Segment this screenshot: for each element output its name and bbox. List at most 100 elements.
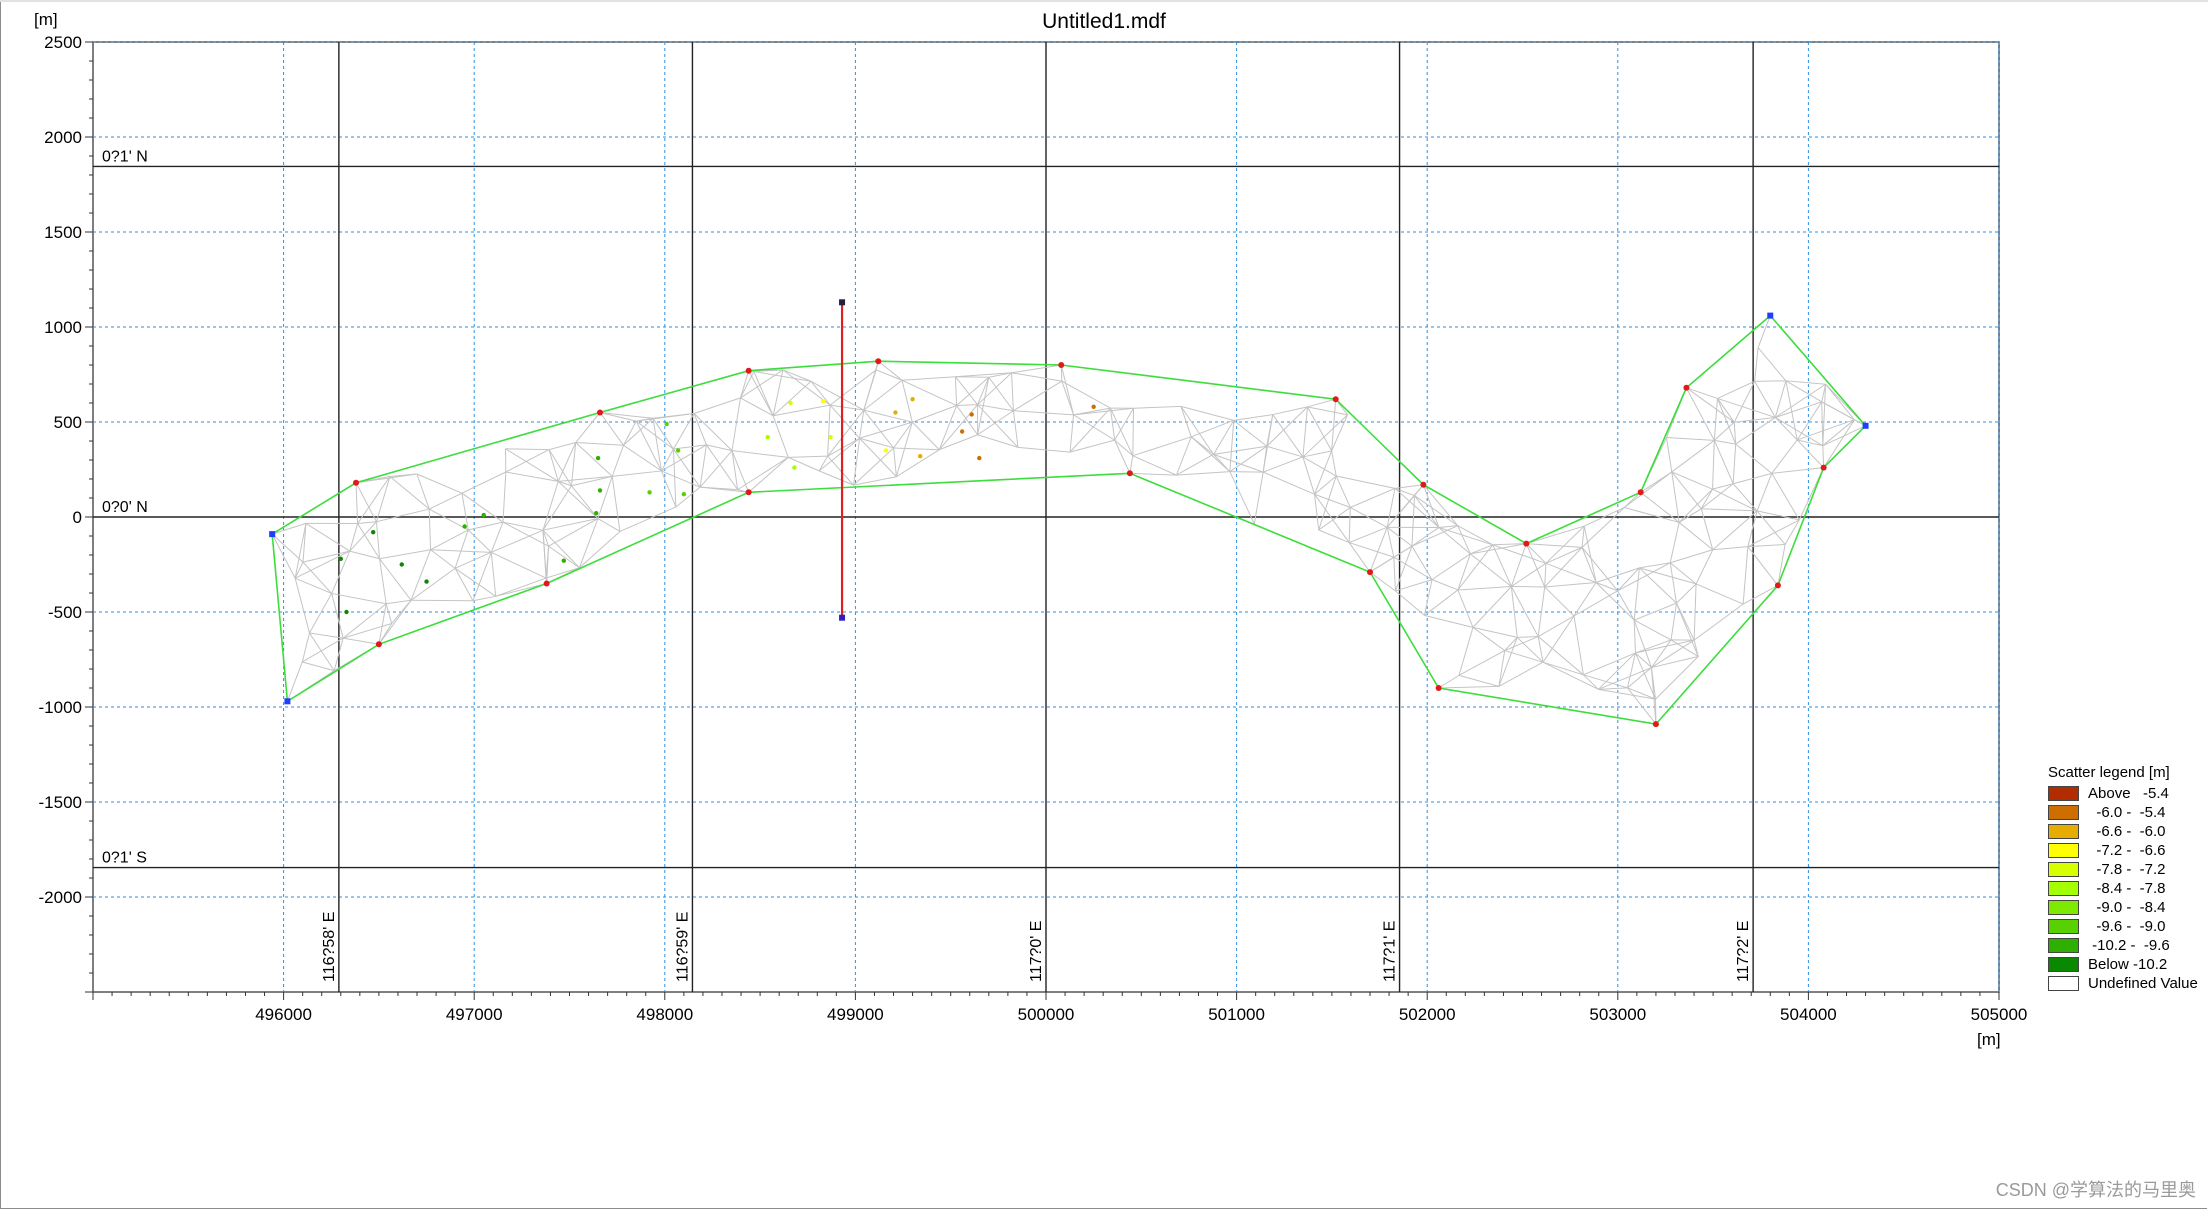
legend-swatch — [2048, 805, 2079, 820]
legend-items: Above -5.4 -6.0 - -5.4 -6.6 - -6.0 -7.2 … — [2048, 784, 2198, 993]
boundary-vertex — [1683, 384, 1690, 391]
legend-swatch — [2048, 938, 2079, 953]
scatter-point — [675, 448, 681, 453]
y-tick-label: -1000 — [39, 698, 82, 717]
legend-item: -6.6 - -6.0 — [2048, 822, 2198, 841]
boundary-vertex — [745, 489, 752, 496]
scatter-point — [664, 421, 669, 427]
scatter-legend: Scatter legend [m] Above -5.4 -6.0 - -5.… — [2048, 764, 2198, 993]
latitude-label: 0?1' S — [102, 850, 147, 867]
legend-swatch — [2048, 957, 2079, 972]
latitude-label: 0?1' N — [102, 148, 148, 165]
boundary-vertex — [1332, 396, 1339, 403]
boundary-vertex — [1774, 582, 1781, 589]
scatter-point — [370, 530, 376, 535]
scatter-point — [399, 562, 404, 567]
longitude-label: 117?2' E — [1735, 921, 1752, 982]
x-tick-label: 501000 — [1208, 1005, 1265, 1024]
longitude-label: 116?58' E — [321, 912, 338, 982]
scatter-point — [828, 435, 833, 440]
scatter-point — [681, 492, 687, 497]
y-tick-label: -500 — [48, 603, 82, 622]
section-line-start — [839, 299, 846, 306]
section-line-end — [839, 614, 846, 621]
boundary-vertex — [875, 358, 882, 365]
boundary-vertex — [596, 409, 603, 416]
scatter-point — [820, 398, 826, 404]
legend-label: -9.0 - -8.4 — [2088, 899, 2166, 916]
y-tick-label: 500 — [54, 413, 82, 432]
legend-item: -10.2 - -9.6 — [2048, 936, 2198, 955]
y-axis-unit: [m] — [34, 10, 58, 29]
legend-label: Above -5.4 — [2088, 785, 2169, 802]
legend-swatch — [2048, 786, 2079, 801]
longitude-label: 117?1' E — [1382, 921, 1399, 982]
x-tick-label: 502000 — [1399, 1005, 1456, 1024]
scatter-point — [597, 488, 603, 493]
legend-swatch — [2048, 881, 2079, 896]
boundary-vertex — [745, 367, 752, 374]
scatter-point — [883, 448, 889, 453]
scatter-point — [338, 556, 343, 561]
legend-item: -9.0 - -8.4 — [2048, 898, 2198, 917]
x-tick-label: 499000 — [827, 1005, 884, 1024]
boundary-vertex — [1126, 470, 1133, 477]
scatter-point — [595, 455, 601, 461]
y-tick-label: -1500 — [39, 793, 82, 812]
scatter-point — [959, 429, 965, 434]
boundary-vertex — [1767, 312, 1774, 319]
longitude-label: 117?0' E — [1028, 921, 1045, 982]
legend-item: Below -10.2 — [2048, 955, 2198, 974]
mesh-edge — [1754, 380, 1786, 382]
y-tick-label: 2000 — [44, 128, 82, 147]
map-plot[interactable]: 0?1' N 0?0' N 0?1' S 116?58' E 116?59' E 117?… — [0, 0, 2208, 1210]
mesh-edge — [1132, 408, 1135, 456]
boundary-vertex — [1367, 569, 1374, 576]
legend-label: -6.6 - -6.0 — [2088, 823, 2166, 840]
scatter-point — [593, 511, 599, 516]
x-axis-unit: [m] — [1977, 1030, 2001, 1049]
latitude-label: 0?0' N — [102, 499, 148, 516]
boundary-vertex — [1637, 489, 1644, 496]
longitude-label: 116?59' E — [674, 912, 691, 982]
scatter-point — [647, 490, 652, 495]
legend-swatch — [2048, 976, 2079, 991]
legend-item: -8.4 - -7.8 — [2048, 879, 2198, 898]
legend-label: -9.6 - -9.0 — [2088, 918, 2166, 935]
boundary-vertex — [1523, 540, 1530, 547]
y-tick-label: -2000 — [39, 888, 82, 907]
boundary-vertex — [1652, 721, 1659, 728]
x-tick-label: 504000 — [1780, 1005, 1837, 1024]
legend-swatch — [2048, 824, 2079, 839]
legend-swatch — [2048, 862, 2079, 877]
legend-label: -8.4 - -7.8 — [2088, 880, 2166, 897]
y-tick-label: 1000 — [44, 318, 82, 337]
scatter-point — [977, 455, 982, 461]
scatter-point — [481, 512, 486, 518]
legend-item: Undefined Value — [2048, 974, 2198, 993]
boundary-vertex — [1862, 422, 1869, 429]
x-tick-label: 500000 — [1018, 1005, 1075, 1024]
scatter-point — [462, 524, 467, 529]
x-tick-label: 496000 — [255, 1005, 312, 1024]
scatter-point — [1091, 404, 1096, 409]
watermark: CSDN @学算法的马里奥 — [1995, 1180, 2196, 1200]
boundary-vertex — [353, 479, 360, 486]
legend-label: -7.2 - -6.6 — [2088, 842, 2166, 859]
legend-item: -9.6 - -9.0 — [2048, 917, 2198, 936]
boundary-vertex — [1058, 362, 1065, 368]
legend-swatch — [2048, 900, 2079, 915]
legend-label: -10.2 - -9.6 — [2088, 937, 2170, 954]
x-tick-label: 497000 — [446, 1005, 503, 1024]
legend-swatch — [2048, 843, 2079, 858]
x-tick-label: 503000 — [1589, 1005, 1646, 1024]
legend-item: -7.2 - -6.6 — [2048, 841, 2198, 860]
y-tick-label: 0 — [73, 508, 82, 527]
y-tick-label: 2500 — [44, 33, 82, 52]
scatter-point — [792, 465, 797, 470]
boundary-vertex — [1435, 685, 1442, 691]
legend-item: -7.8 - -7.2 — [2048, 860, 2198, 879]
scatter-point — [765, 435, 770, 440]
legend-label: Below -10.2 — [2088, 956, 2168, 973]
scatter-point — [788, 400, 793, 406]
